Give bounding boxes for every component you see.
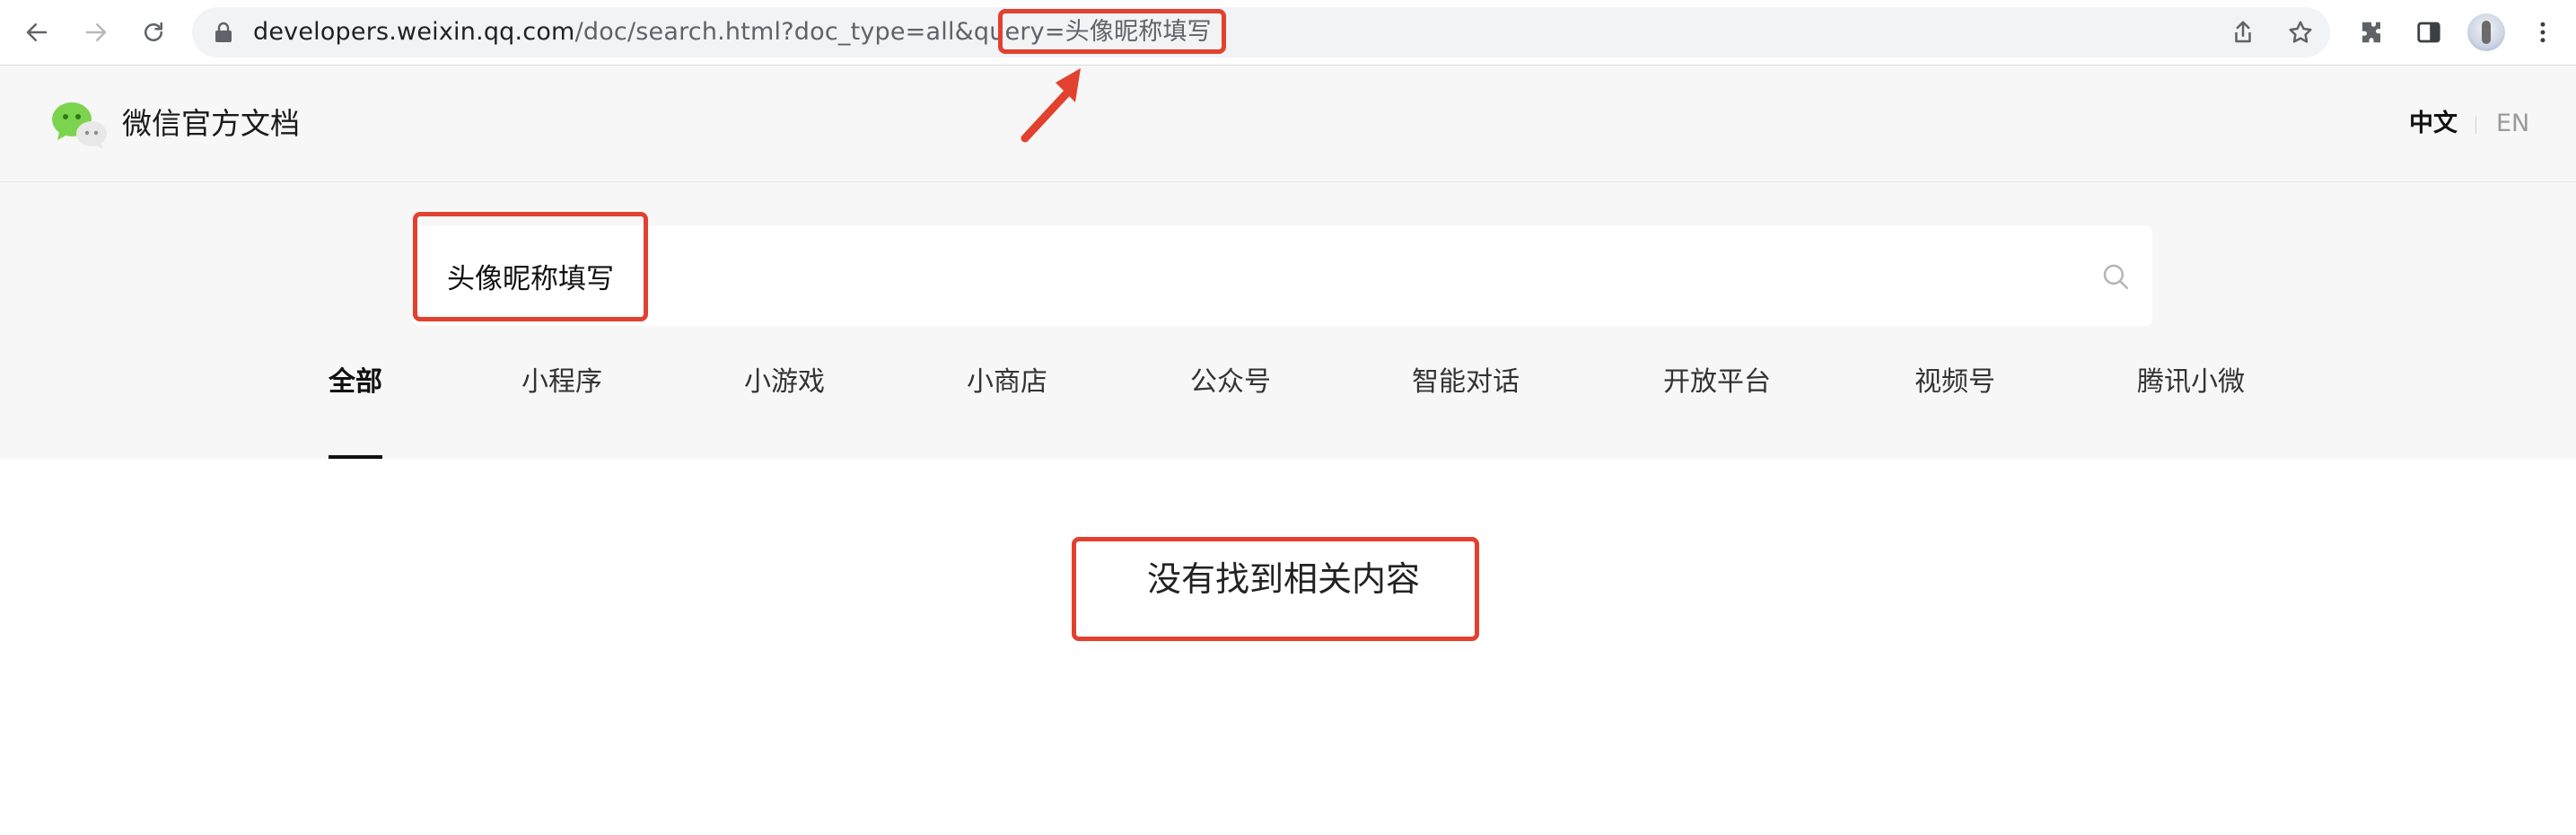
arrow-left-icon [26,23,48,41]
bookmark-button[interactable] [2284,16,2317,48]
empty-result-message: 没有找到相关内容 [1147,559,1421,599]
browser-toolbar: developers.weixin.qq.com/doc/search.html… [0,0,2576,66]
tab-smart-dialog[interactable]: 智能对话 [1412,326,1520,459]
search-box[interactable] [413,225,2152,326]
tab-mini-shop[interactable]: 小商店 [967,326,1047,459]
url-path: /doc/search.html?doc_type=all&query=头像昵称… [574,18,1212,46]
menu-button[interactable] [2527,16,2559,48]
star-icon [2289,21,2312,43]
extensions-button[interactable] [2355,16,2388,48]
side-panel-button[interactable] [2413,16,2445,48]
forward-button[interactable] [76,13,116,52]
lang-en-link[interactable]: EN [2496,66,2529,182]
address-bar[interactable]: developers.weixin.qq.com/doc/search.html… [192,7,2330,57]
search-icon[interactable] [2100,261,2131,292]
search-section: 全部 小程序 小游戏 小商店 公众号 智能对话 开放平台 视频号 腾讯小微 [0,182,2576,459]
puzzle-icon [2362,22,2380,43]
tab-all[interactable]: 全部 [329,326,382,459]
lang-zh-link[interactable]: 中文 [2409,66,2458,182]
tab-channels[interactable]: 视频号 [1914,326,1995,459]
share-button[interactable] [2227,16,2259,48]
arrow-right-icon [85,23,107,41]
tab-open-platform[interactable]: 开放平台 [1663,326,1771,459]
url-text[interactable]: developers.weixin.qq.com/doc/search.html… [253,7,1212,57]
profile-avatar[interactable] [2467,13,2505,51]
tab-mini-program[interactable]: 小程序 [521,326,602,459]
category-tabs: 全部 小程序 小游戏 小商店 公众号 智能对话 开放平台 视频号 腾讯小微 [0,326,2576,459]
wechat-logo-icon[interactable] [50,98,108,150]
url-host: developers.weixin.qq.com [253,18,575,46]
site-title[interactable]: 微信官方文档 [122,66,300,182]
back-button[interactable] [17,13,57,52]
share-icon [2235,21,2251,43]
reload-icon [145,22,162,41]
tab-tencent-xiaowei[interactable]: 腾讯小微 [2137,326,2245,459]
lang-divider [2475,116,2476,134]
search-input[interactable] [447,225,2045,326]
tab-official-account[interactable]: 公众号 [1190,326,1271,459]
reload-button[interactable] [134,13,173,52]
more-vertical-icon [2540,22,2545,43]
side-panel-icon [2417,22,2440,43]
tab-mini-game[interactable]: 小游戏 [744,326,825,459]
tab-label: 全部 [329,366,382,398]
site-header: 微信官方文档 中文 EN [0,66,2576,182]
active-tab-indicator [329,455,382,459]
lock-icon [215,22,232,42]
